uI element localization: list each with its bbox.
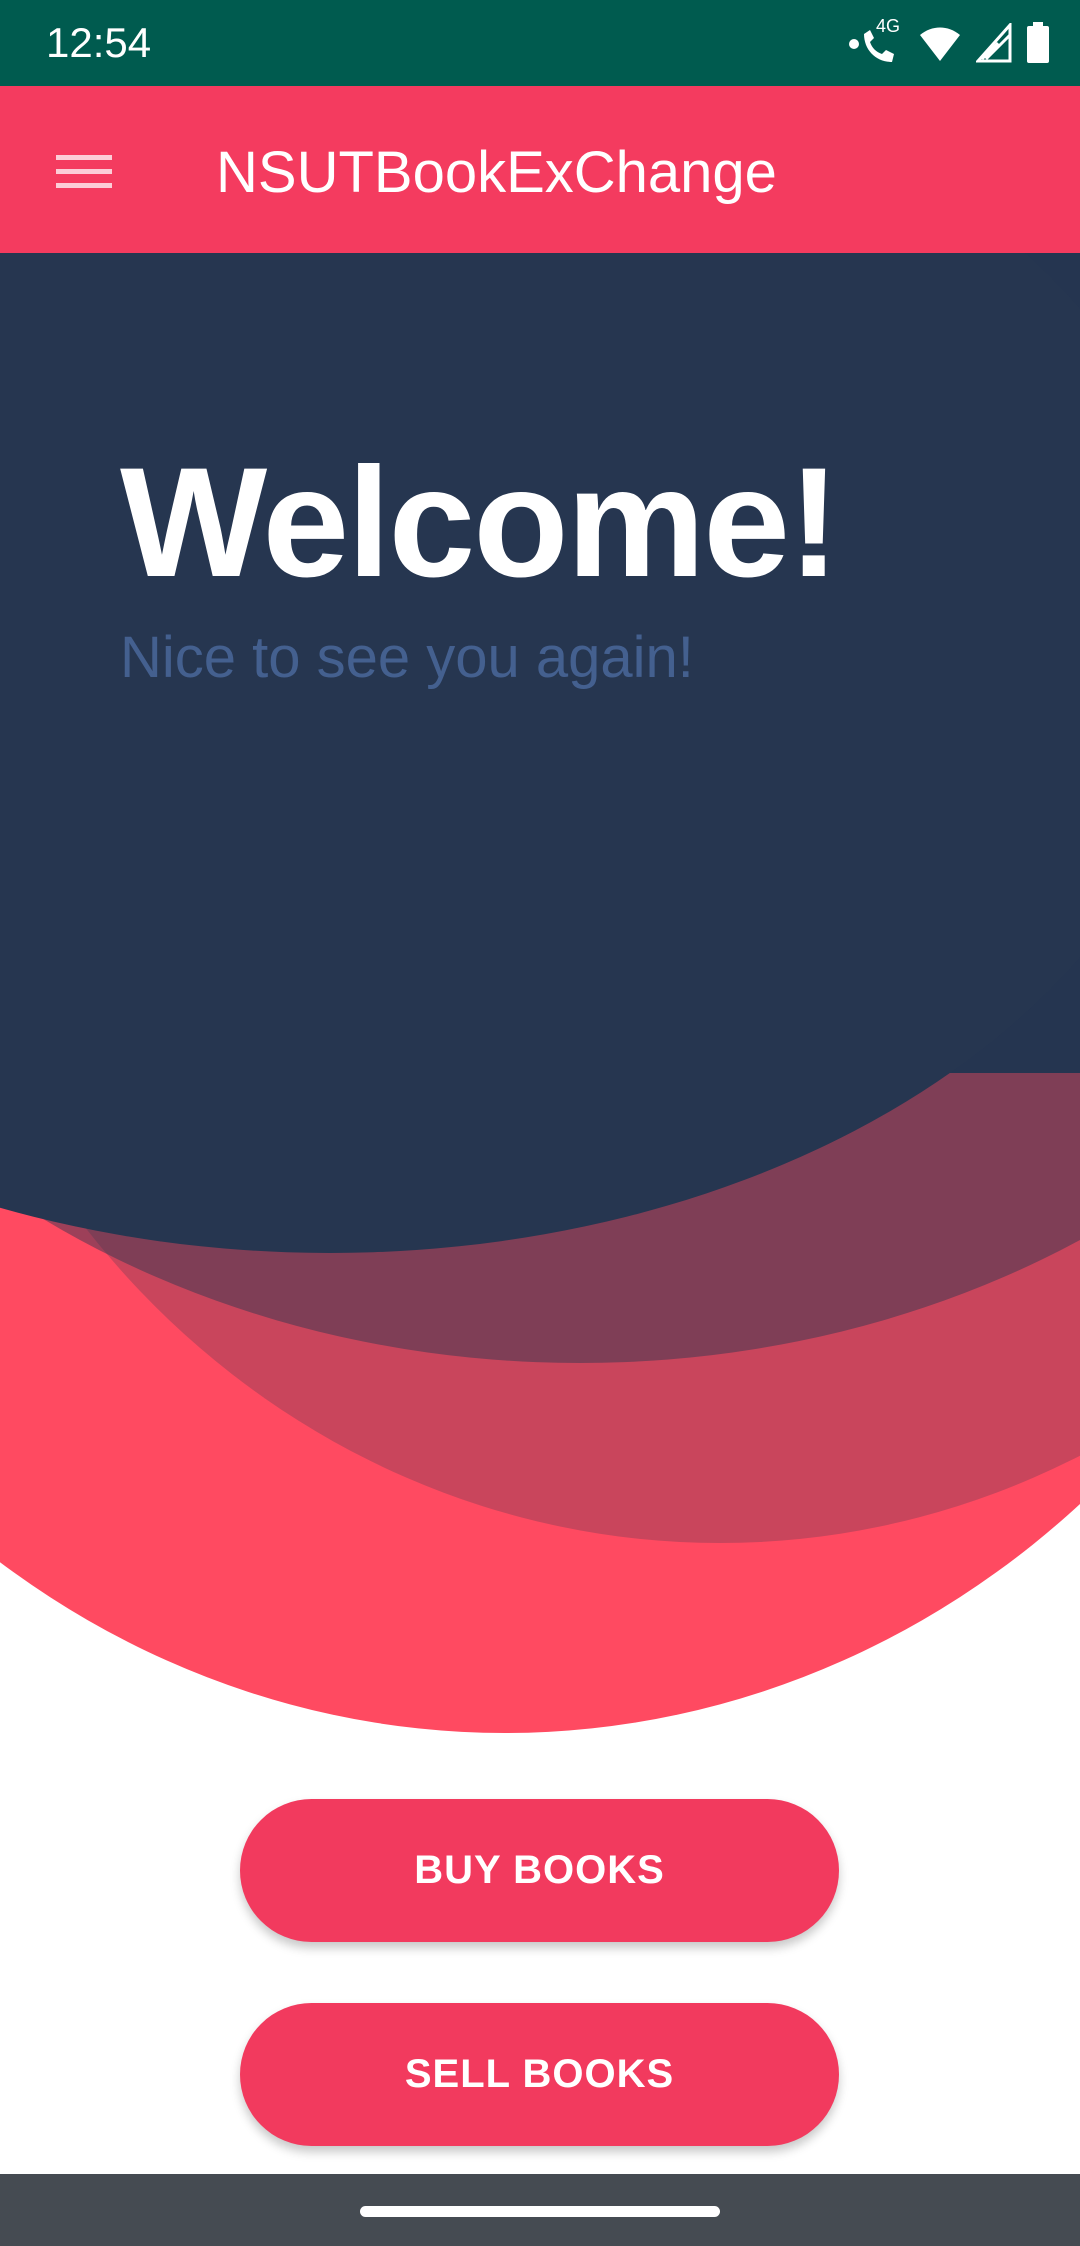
hamburger-menu-icon bbox=[56, 155, 112, 188]
app-bar: NSUTBookExChange bbox=[0, 86, 1080, 253]
home-gesture-handle[interactable] bbox=[360, 2206, 720, 2217]
welcome-title: Welcome! bbox=[120, 436, 840, 610]
screen: 12:54 4G NSUTBookExChange Welcome! Nice … bbox=[0, 0, 1080, 2246]
buy-books-button[interactable]: BUY BOOKS bbox=[240, 1799, 839, 1942]
sell-books-button[interactable]: SELL BOOKS bbox=[240, 2003, 839, 2146]
system-navigation-bar bbox=[0, 2174, 1080, 2246]
welcome-hero: Welcome! Nice to see you again! bbox=[0, 253, 1080, 1783]
welcome-subtitle: Nice to see you again! bbox=[120, 625, 694, 690]
battery-icon bbox=[1026, 22, 1050, 64]
call-icon: 4G bbox=[846, 16, 904, 66]
status-time: 12:54 bbox=[46, 19, 152, 66]
app-title: NSUTBookExChange bbox=[216, 140, 777, 205]
menu-button[interactable] bbox=[36, 124, 132, 220]
wifi-icon bbox=[918, 23, 962, 63]
network-type-label: 4G bbox=[876, 16, 901, 36]
signal-icon bbox=[976, 23, 1012, 63]
status-bar: 12:54 4G bbox=[0, 0, 1080, 86]
status-icons: 4G bbox=[846, 16, 1050, 66]
